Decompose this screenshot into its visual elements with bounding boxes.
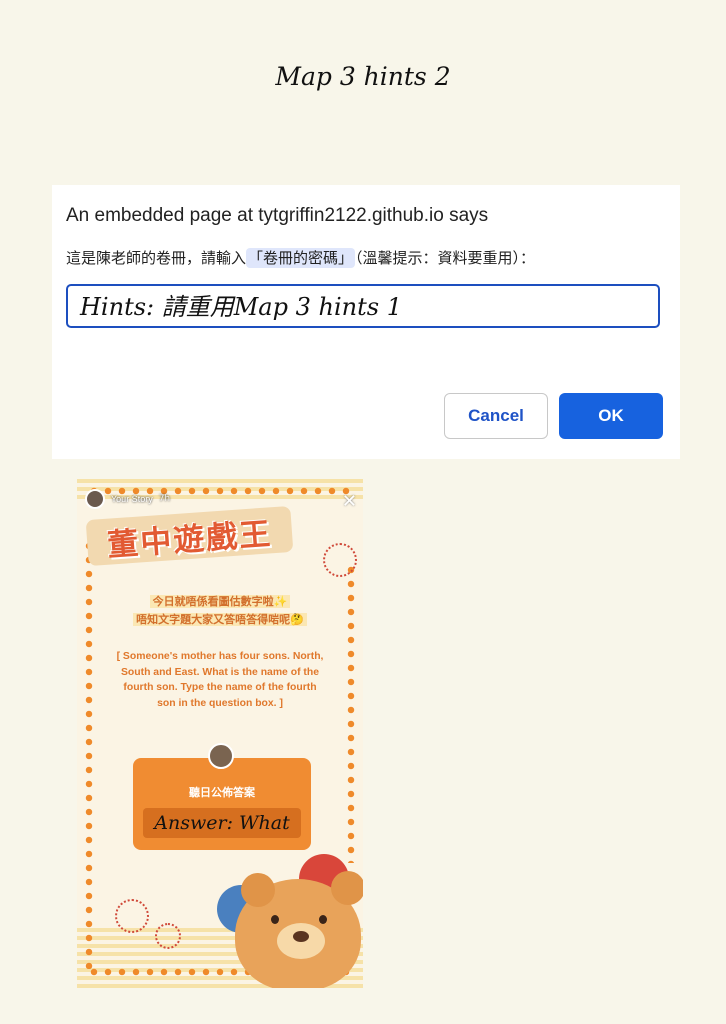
answer-label: 聽日公佈答案 xyxy=(189,786,255,799)
close-icon[interactable]: ✕ xyxy=(342,493,357,511)
question-sticker[interactable]: 聽日公佈答案 Answer: What xyxy=(133,758,311,850)
bear-nose xyxy=(293,931,309,942)
dialog-message-text: 這是陳老師的卷冊，請輸入 xyxy=(66,249,247,267)
bear-eye xyxy=(319,915,327,924)
story-subtitle-2-text: 唔知文字題大家又答唔答得啱呢🤔 xyxy=(133,613,307,626)
bear-eye xyxy=(271,915,279,924)
answer-field[interactable]: Answer: What xyxy=(143,808,301,838)
dialog-message-highlight: 「卷冊的密碼」 xyxy=(246,248,356,268)
bear-illustration xyxy=(235,871,363,988)
story-header: Your Story 7h xyxy=(85,489,170,509)
dialog-message-hint: （溫馨提示：資料要重用）： xyxy=(355,249,536,267)
story-time: 7h xyxy=(158,494,171,504)
bear-ear xyxy=(241,873,275,907)
dialog-title: An embedded page at tytgriffin2122.githu… xyxy=(66,205,489,226)
cancel-button[interactable]: Cancel xyxy=(444,393,548,439)
prompt-dialog: An embedded page at tytgriffin2122.githu… xyxy=(52,185,680,459)
story-banner: 董中遊戲王 xyxy=(85,505,294,567)
bear-ear xyxy=(331,871,363,905)
password-input[interactable]: Hints: 請重用Map 3 hints 1 xyxy=(66,284,660,328)
story-subtitle-1: 今日就唔係看圖估數字啦✨ xyxy=(77,593,363,611)
firework-icon xyxy=(155,923,181,949)
firework-icon xyxy=(323,543,357,577)
firework-icon xyxy=(115,899,149,933)
story-screenshot: Your Story 7h ✕ 董中遊戲王 今日就唔係看圖估數字啦✨ 唔知文字題… xyxy=(77,479,363,988)
page-title: Map 3 hints 2 xyxy=(275,62,451,91)
ok-button[interactable]: OK xyxy=(559,393,663,439)
story-username: Your Story xyxy=(111,494,153,504)
avatar xyxy=(85,489,105,509)
sticker-avatar xyxy=(208,743,234,769)
bear-snout xyxy=(277,923,325,959)
story-subtitle-2: 唔知文字題大家又答唔答得啱呢🤔 xyxy=(77,611,363,629)
story-question: [ Someone's mother has four sons. North,… xyxy=(116,651,324,709)
dialog-message: 這是陳老師的卷冊，請輸入 「卷冊的密碼」 （溫馨提示：資料要重用）： xyxy=(66,247,535,268)
story-subtitle-1-text: 今日就唔係看圖估數字啦✨ xyxy=(149,595,291,608)
